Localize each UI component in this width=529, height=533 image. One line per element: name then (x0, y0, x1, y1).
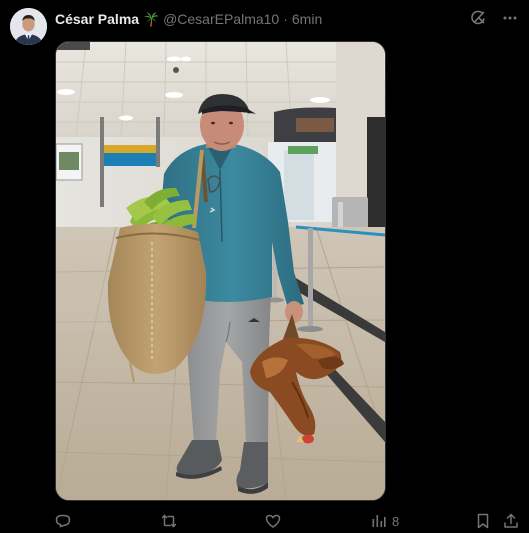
views-count: 8 (392, 513, 400, 529)
views-button[interactable]: 8 (371, 511, 399, 531)
views-icon (372, 515, 386, 527)
timestamp[interactable]: 6min (292, 11, 322, 27)
tweet-header: César Palma @CesarEPalma10 · 6min (55, 10, 322, 28)
like-icon (265, 514, 281, 528)
retweet-icon (161, 514, 177, 528)
more-icon[interactable] (501, 9, 519, 27)
author-name[interactable]: César Palma (55, 11, 139, 27)
author-handle[interactable]: @CesarEPalma10 (163, 11, 279, 27)
bookmark-button[interactable] (475, 511, 491, 531)
separator-dot: · (283, 11, 288, 27)
reply-icon (55, 514, 71, 528)
retweet-button[interactable] (161, 511, 177, 531)
bookmark-icon (477, 513, 489, 529)
share-button[interactable] (503, 511, 519, 531)
avatar[interactable] (10, 8, 47, 45)
palm-tree-icon (143, 11, 159, 27)
reply-button[interactable] (55, 511, 71, 531)
tweet-photo[interactable] (55, 41, 386, 501)
share-icon (504, 513, 518, 528)
tweet-actions: 8 (55, 511, 519, 531)
like-button[interactable] (265, 511, 281, 531)
grok-icon[interactable] (469, 9, 487, 27)
